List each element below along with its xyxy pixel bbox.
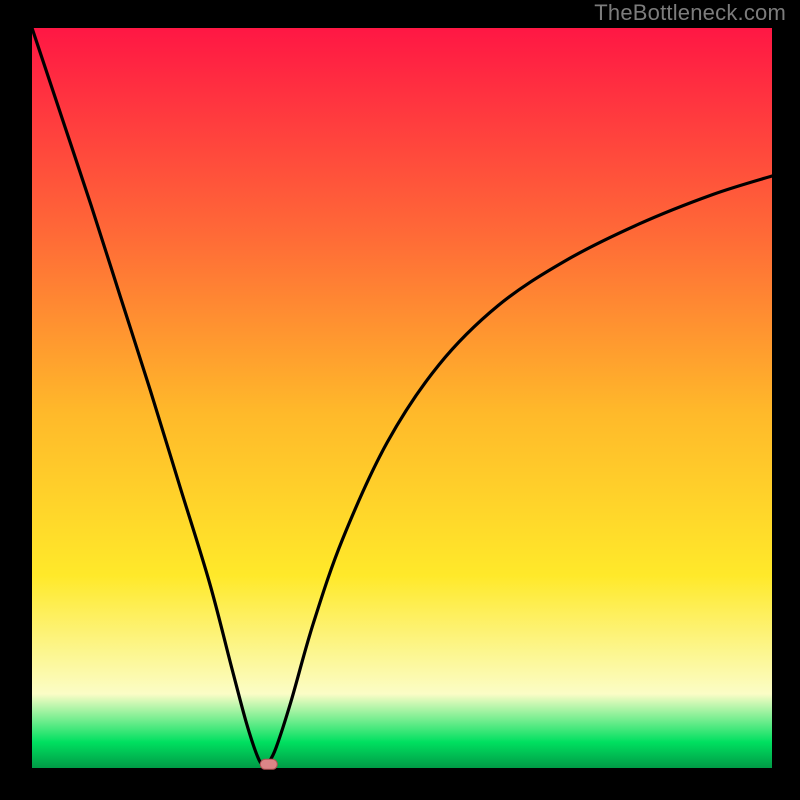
bottleneck-chart xyxy=(0,0,800,800)
optimal-marker xyxy=(260,759,277,769)
gradient-background xyxy=(32,28,772,768)
plot-area xyxy=(32,28,772,769)
watermark-text: TheBottleneck.com xyxy=(594,0,786,26)
chart-container: TheBottleneck.com xyxy=(0,0,800,800)
